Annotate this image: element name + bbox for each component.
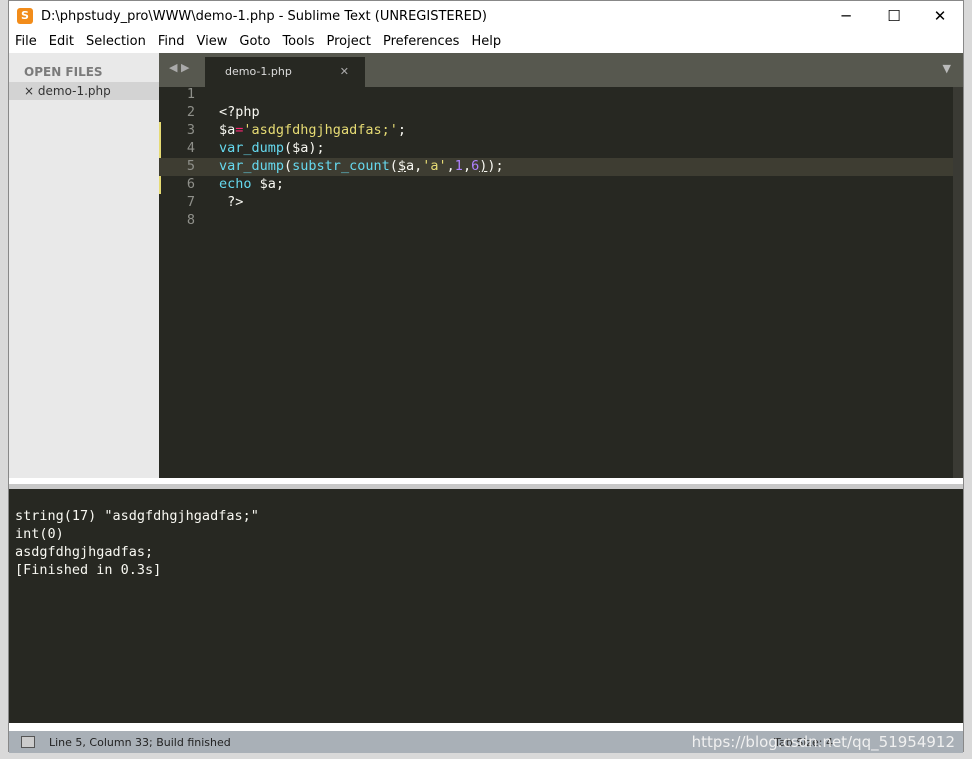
menu-tools[interactable]: Tools: [276, 34, 320, 49]
menu-bar: File Edit Selection Find View Goto Tools…: [9, 31, 963, 51]
menu-project[interactable]: Project: [320, 34, 376, 49]
code-editor[interactable]: 1 2 3 4 5 6 7 8 <?php $a='asdgfdhgjhgadfas;'; v…: [159, 86, 963, 478]
code-line: $a='asdgfdhgjhgadfas;';: [219, 122, 406, 138]
output-line: string(17) "asdgfdhgjhgadfas;": [15, 508, 259, 524]
sublime-window: S D:\phpstudy_pro\WWW\demo-1.php - Subli…: [8, 0, 964, 753]
watermark: https://blog.csdn.net/qq_51954912: [691, 733, 955, 751]
build-output-panel: string(17) "asdgfdhgjhgadfas;" int(0) asdg…: [9, 484, 963, 723]
sidebar-file-item[interactable]: × demo-1.php: [9, 82, 159, 100]
panel-toggle-icon[interactable]: [21, 736, 35, 748]
code-line: <?php: [219, 104, 260, 120]
line-number: 3: [186, 122, 195, 138]
line-number: 2: [186, 104, 195, 120]
menu-edit[interactable]: Edit: [43, 34, 80, 49]
line-number: 1: [186, 86, 195, 102]
open-files-header: OPEN FILES: [24, 65, 103, 79]
maximize-button[interactable]: ☐: [871, 1, 917, 31]
close-button[interactable]: ✕: [917, 1, 963, 31]
status-bar: Line 5, Column 33; Build finished Tab Si…: [9, 731, 963, 753]
menu-view[interactable]: View: [191, 34, 234, 49]
tab-dropdown-icon[interactable]: ▼: [943, 62, 951, 75]
tab-demo-1[interactable]: demo-1.php ✕: [205, 57, 365, 87]
close-icon[interactable]: ×: [24, 84, 38, 98]
code-line: var_dump($a);: [219, 140, 325, 156]
tab-nav-arrows-icon[interactable]: ◀ ▶: [169, 61, 189, 74]
output-line: asdgfdhgjhgadfas;: [15, 544, 154, 560]
line-number: 4: [186, 140, 195, 156]
menu-find[interactable]: Find: [152, 34, 191, 49]
menu-file[interactable]: File: [9, 34, 43, 49]
line-number: 6: [186, 176, 195, 192]
status-text: Line 5, Column 33; Build finished: [49, 735, 231, 749]
sublime-logo-icon: S: [17, 8, 33, 24]
tab-bar: ◀ ▶ demo-1.php ✕ ▼: [159, 53, 963, 87]
minimize-button[interactable]: ─: [823, 1, 869, 31]
menu-goto[interactable]: Goto: [233, 34, 276, 49]
menu-selection[interactable]: Selection: [80, 34, 152, 49]
title-bar: S D:\phpstudy_pro\WWW\demo-1.php - Subli…: [9, 1, 963, 31]
line-number: 5: [186, 158, 195, 174]
code-line: ?>: [219, 194, 244, 210]
code-line: echo $a;: [219, 176, 285, 192]
menu-preferences[interactable]: Preferences: [377, 34, 465, 49]
output-line: [Finished in 0.3s]: [15, 562, 162, 578]
code-line: var_dump(substr_count($a,'a',1,6));: [219, 158, 504, 174]
menu-help[interactable]: Help: [465, 34, 507, 49]
sidebar: OPEN FILES × demo-1.php: [9, 53, 159, 478]
scrollbar[interactable]: [953, 87, 963, 478]
window-title: D:\phpstudy_pro\WWW\demo-1.php - Sublime…: [41, 8, 487, 24]
tab-close-icon[interactable]: ✕: [340, 57, 349, 87]
line-number: 8: [186, 212, 195, 228]
output-line: int(0): [15, 526, 64, 542]
line-number: 7: [186, 194, 195, 210]
